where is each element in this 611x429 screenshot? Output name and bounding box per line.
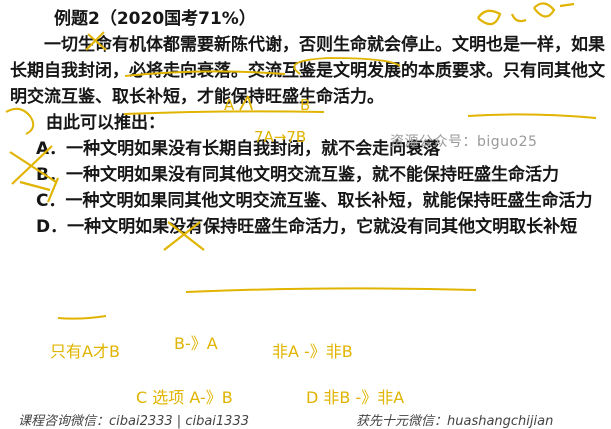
- footer-left: 课程咨询微信：cibai2333 | cibai1333: [18, 414, 249, 429]
- footer-right: 获先十元微信：huashangchijian: [356, 414, 554, 429]
- anno-c-option: C 选项 A-》B: [136, 388, 233, 407]
- option-d[interactable]: D．一种文明如果没有保持旺盛生命活力，它就没有同其他文明取长补短: [10, 214, 606, 240]
- anno-b-to-a: B-》A: [174, 334, 218, 353]
- option-b[interactable]: B．一种文明如果没有同其他文明交流互鉴，就不能保持旺盛生命活力: [10, 162, 606, 188]
- anno-stem-a: A: [224, 96, 235, 114]
- watermark: 资源公众号：biguo25: [390, 134, 538, 150]
- anno-only-if: 只有A才B: [50, 342, 120, 361]
- anno-stem-arrow: 7A→7B: [254, 128, 307, 146]
- option-d-underline-2: [57, 315, 107, 320]
- anno-nota-notb: 非A -》非B: [272, 342, 353, 361]
- option-d-underline: [185, 287, 477, 293]
- question-title: 例题2（2020国考71%）: [54, 9, 256, 29]
- anno-stem-b: B: [300, 96, 311, 114]
- question-block: 例题2（2020国考71%） 一切生命有机体都需要新陈代谢，否则生命就会停止。文…: [10, 6, 606, 240]
- option-c[interactable]: C．一种文明如果同其他文明交流互鉴、取长补短，就能保持旺盛生命活力: [10, 188, 606, 214]
- anno-d-option: D 非B -》非A: [306, 388, 405, 407]
